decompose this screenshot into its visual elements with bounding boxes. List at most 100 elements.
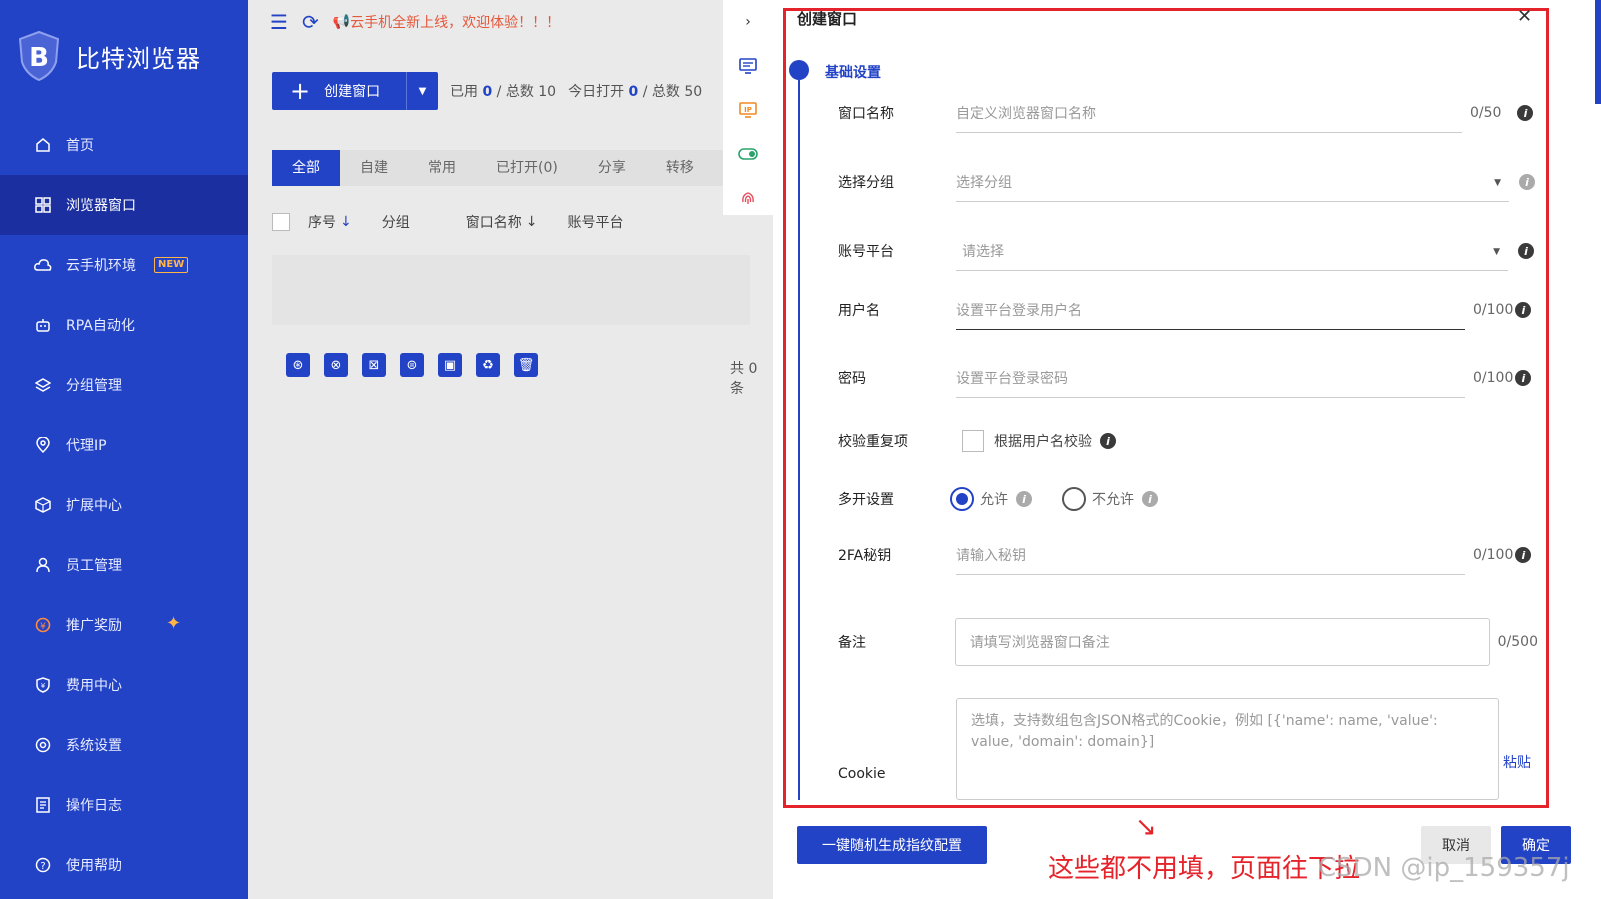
sidebar-item-rpa[interactable]: RPA自动化 [0,295,248,355]
create-window-label: 创建窗口 [324,84,381,100]
remark-input[interactable]: 请填写浏览器窗口备注 [954,618,1490,666]
column-index[interactable]: 序号 ↓ [308,212,352,232]
field-username: 用户名 设置平台登录用户名 0/100 i [838,290,1538,330]
dedupe-option-label[interactable]: 根据用户名校验 [994,431,1092,451]
step-line [798,80,800,800]
sidebar-item-extensions[interactable]: 扩展中心 [0,475,248,535]
sidebar-item-label: 浏览器窗口 [66,198,136,214]
char-count: 0/50 [1470,105,1502,121]
sidebar-item-staff[interactable]: 员工管理 [0,535,248,595]
allow-radio[interactable] [950,487,974,511]
toggle-icon[interactable] [723,132,773,176]
info-icon[interactable]: i [1515,547,1532,563]
refresh-icon[interactable]: ⟳ [302,10,319,34]
info-icon[interactable]: i [1142,491,1158,507]
open-stats: 今日打开 0 / 总数 50 [568,84,703,100]
logo-text: 比特浏览器 [76,44,201,73]
platform-select[interactable]: 请选择 ▼ [956,231,1508,271]
reward-icon: ¥ [34,616,52,634]
cube-icon [34,496,52,514]
notice-text[interactable]: 云手机全新上线，欢迎体验！！！ [350,12,560,32]
rpa-robot-icon[interactable]: ⊜ [400,353,424,377]
password-input[interactable]: 设置平台登录密码 [956,358,1465,398]
tab-all[interactable]: 全部 [272,150,340,186]
group-select[interactable]: 选择分组 ▼ [956,162,1509,202]
field-platform: 账号平台 请选择 ▼ i [838,231,1538,271]
column-group[interactable]: 分组 [382,212,410,232]
sidebar-item-proxy-ip[interactable]: 代理IP [0,415,248,475]
svg-text:?: ? [40,861,45,872]
help-icon: ? [34,856,52,874]
tab-common[interactable]: 常用 [408,150,476,186]
gear-icon [34,736,52,754]
window-list-icon[interactable] [723,44,773,88]
sidebar-item-home[interactable]: 首页 [0,115,248,175]
total-count: 共 0 条 [730,361,758,397]
paste-link[interactable]: 粘贴 [1503,752,1531,772]
sidebar-item-group-manage[interactable]: 分组管理 [0,355,248,415]
trash-icon[interactable]: 🗑 [514,353,538,377]
tab-opened[interactable]: 已打开(0) [476,150,578,186]
sidebar-item-rewards[interactable]: ¥ 推广奖励 ✦ [0,595,248,655]
recycle-icon[interactable]: ♻ [476,353,500,377]
field-window-name: 窗口名称 自定义浏览器窗口名称 0/50 i [838,93,1538,133]
scrollbar[interactable] [1595,0,1601,104]
dedupe-checkbox[interactable] [962,430,984,452]
create-window-button[interactable]: + 创建窗口 ▼ [272,72,438,110]
svg-text:¥: ¥ [41,682,46,690]
generate-fingerprint-button[interactable]: 一键随机生成指纹配置 [797,826,987,864]
info-icon[interactable]: i [1515,302,1532,318]
cookie-textarea[interactable]: 选填，支持数组包含JSON格式的Cookie，例如 [{'name': name… [956,698,1499,800]
info-icon[interactable]: i [1515,370,1532,386]
window-name-input[interactable]: 自定义浏览器窗口名称 [956,93,1462,133]
sidebar-item-label: 扩展中心 [66,498,122,514]
column-platform[interactable]: 账号平台 [567,212,623,232]
field-password: 密码 设置平台登录密码 0/100 i [838,358,1538,398]
info-icon[interactable]: i [1517,105,1534,121]
allow-label[interactable]: 允许 [980,489,1008,509]
deny-radio[interactable] [1062,487,1086,511]
topbar: ☰ ⟳ 📢 云手机全新上线，欢迎体验！！！ [248,0,773,44]
collapse-menu-icon[interactable]: ☰ [270,10,288,34]
svg-text:IP: IP [744,106,752,114]
info-icon[interactable]: i [1518,243,1534,259]
sidebar-item-label: 费用中心 [66,678,122,694]
open-browser-icon[interactable]: ⊛ [286,353,310,377]
tab-transfer[interactable]: 转移 [646,150,714,186]
chevron-down-icon[interactable]: ▼ [406,72,438,110]
home-icon [34,136,52,154]
cloud-icon [34,256,52,274]
app-logo[interactable]: B 比特浏览器 [16,28,201,84]
info-icon[interactable]: i [1016,491,1032,507]
char-count: 0/500 [1497,634,1538,650]
window-arrange-icon[interactable]: ▣ [438,353,462,377]
close-browser-icon[interactable]: ⊗ [324,353,348,377]
sidebar-item-label: 首页 [66,138,94,154]
sidebar-item-browser-windows[interactable]: 浏览器窗口 [0,175,248,235]
select-all-checkbox[interactable] [272,213,290,231]
ip-icon[interactable]: IP [723,88,773,132]
sidebar-item-logs[interactable]: 操作日志 [0,775,248,835]
sidebar-item-label: 系统设置 [66,738,122,754]
twofa-input[interactable]: 请输入秘钥 [956,535,1465,575]
sidebar-item-help[interactable]: ? 使用帮助 [0,835,248,895]
sidebar-item-cloud-phone[interactable]: 云手机环境 NEW [0,235,248,295]
username-input[interactable]: 设置平台登录用户名 [956,290,1465,330]
main-content: ☰ ⟳ 📢 云手机全新上线，欢迎体验！！！ + 创建窗口 ▼ 已用 0 / 总数… [248,0,773,899]
batch-actions: ⊛ ⊗ ⊠ ⊜ ▣ ♻ 🗑 [286,353,552,377]
info-icon[interactable]: i [1100,433,1116,449]
sidebar-item-settings[interactable]: 系统设置 [0,715,248,775]
info-icon[interactable]: i [1519,174,1535,190]
chevron-right-icon[interactable]: › [723,0,773,44]
sidebar-item-billing[interactable]: ¥ 费用中心 [0,655,248,715]
tab-self[interactable]: 自建 [340,150,408,186]
close-icon[interactable]: ✕ [1517,6,1532,27]
column-window-name[interactable]: 窗口名称 ↓ [466,212,538,232]
deny-label[interactable]: 不允许 [1092,489,1134,509]
tab-shared[interactable]: 分享 [578,150,646,186]
fingerprint-icon[interactable] [723,176,773,220]
close-all-icon[interactable]: ⊠ [362,353,386,377]
field-group: 选择分组 选择分组 ▼ i [838,162,1538,202]
field-remark: 备注 请填写浏览器窗口备注 0/500 [838,618,1538,666]
sidebar-item-label: 云手机环境 [66,258,136,274]
